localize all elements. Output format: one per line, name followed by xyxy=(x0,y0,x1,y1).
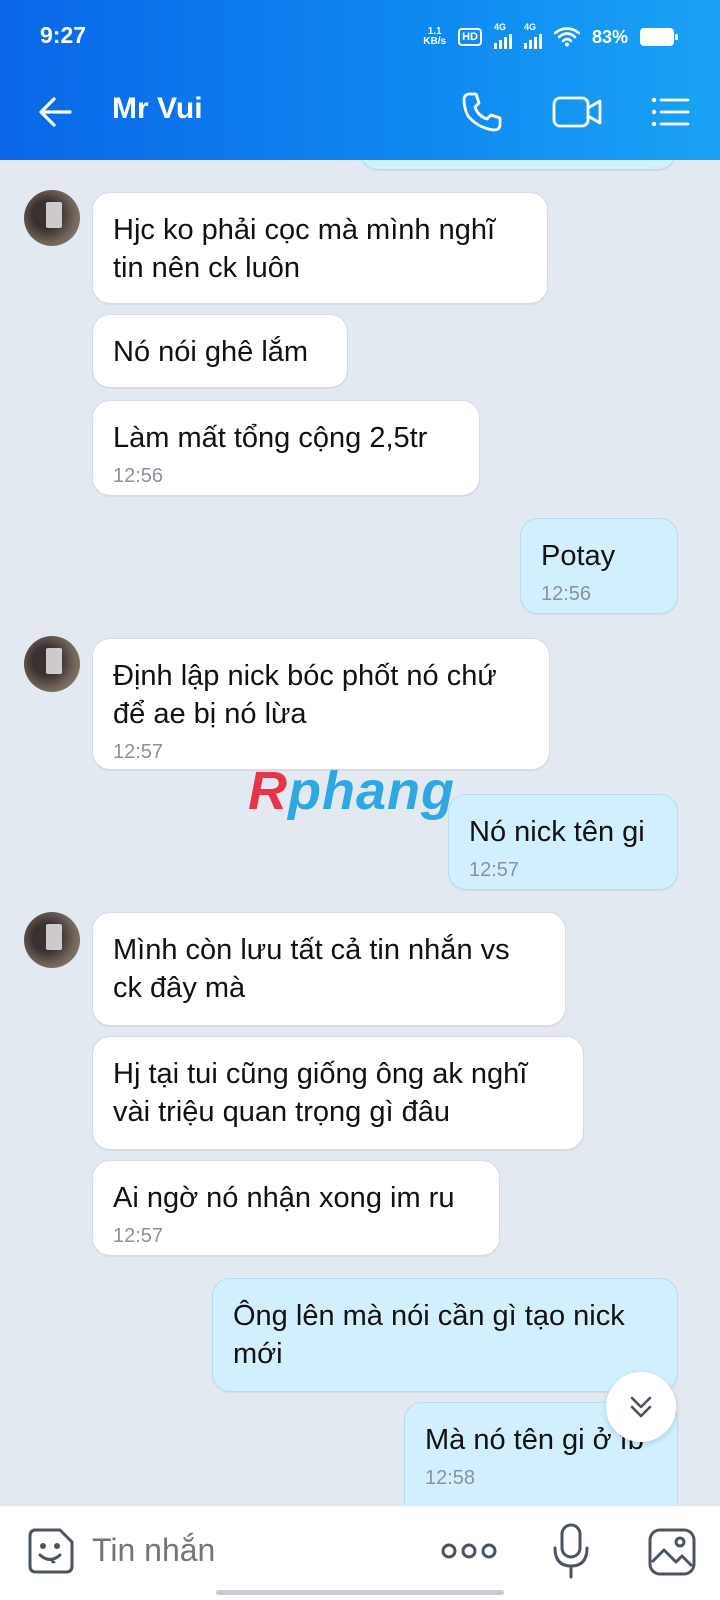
message-bubble[interactable]: Ông lên mà nói cần gì tạo nick mới xyxy=(212,1278,678,1392)
avatar[interactable] xyxy=(24,636,80,692)
phone-icon[interactable] xyxy=(458,88,506,136)
message-time: 12:57 xyxy=(113,1225,164,1247)
message-bubble[interactable]: Mình còn lưu tất cả tin nhắn vs ck đây m… xyxy=(92,912,566,1026)
menu-list-icon[interactable] xyxy=(646,88,694,136)
message-list[interactable]: Hjc ko phải cọc mà mình nghĩ tin nên ck … xyxy=(0,160,720,1505)
sticker-emoji-icon[interactable] xyxy=(26,1526,76,1576)
message-input[interactable] xyxy=(92,1528,392,1572)
battery-icon xyxy=(640,28,678,46)
battery-percent: 83% xyxy=(591,26,628,47)
watermark-logo: Rphang xyxy=(248,761,455,821)
network-speed: 1.1 KB/s xyxy=(423,26,447,47)
hd-voice-icon: HD xyxy=(458,28,482,46)
message-bubble[interactable]: Hj tại tui cũng giống ông ak nghĩ vài tr… xyxy=(92,1036,584,1150)
top-bar: 9:27 1.1 KB/s HD 4G 4G 83% Mr Vui xyxy=(0,0,720,160)
message-time: 12:57 xyxy=(469,859,520,881)
chat-header: Mr Vui xyxy=(0,64,720,160)
wifi-icon xyxy=(553,27,580,47)
message-bubble[interactable]: Làm mất tổng cộng 2,5tr 12:56 xyxy=(92,400,480,496)
signal-sim1-icon: 4G xyxy=(493,22,512,49)
message-bubble[interactable]: Ai ngờ nó nhận xong im ru 12:57 xyxy=(92,1160,500,1256)
back-arrow-icon[interactable] xyxy=(32,88,80,136)
message-bubble[interactable]: Nó nick tên gi 12:57 xyxy=(448,794,678,890)
message-time: 12:58 xyxy=(425,1467,476,1489)
message-time: 12:56 xyxy=(541,583,592,605)
chat-title[interactable]: Mr Vui xyxy=(112,92,203,126)
more-options-icon[interactable] xyxy=(440,1536,498,1566)
message-bubble[interactable]: Hjc ko phải cọc mà mình nghĩ tin nên ck … xyxy=(92,192,548,304)
avatar[interactable] xyxy=(24,912,80,968)
status-time: 9:27 xyxy=(40,22,87,48)
scroll-to-bottom-button[interactable] xyxy=(606,1372,676,1442)
message-bubble[interactable]: Nó nói ghê lắm xyxy=(92,314,348,388)
message-bubble[interactable]: Định lập nick bóc phốt nó chứ để ae bị n… xyxy=(92,638,550,770)
avatar[interactable] xyxy=(24,190,80,246)
message-bubble-partial[interactable] xyxy=(360,160,676,170)
message-bubble[interactable]: Potay 12:56 xyxy=(520,518,678,614)
video-call-icon[interactable] xyxy=(550,88,606,136)
microphone-icon[interactable] xyxy=(550,1522,592,1580)
signal-sim2-icon: 4G xyxy=(523,22,542,49)
message-composer xyxy=(0,1505,720,1600)
home-indicator[interactable] xyxy=(216,1590,504,1595)
message-time: 12:56 xyxy=(113,465,164,487)
status-icons: 1.1 KB/s HD 4G 4G 83% xyxy=(423,22,678,52)
image-gallery-icon[interactable] xyxy=(646,1526,698,1578)
chevron-double-down-icon xyxy=(630,1396,652,1418)
status-bar: 9:27 1.1 KB/s HD 4G 4G 83% xyxy=(0,0,720,64)
